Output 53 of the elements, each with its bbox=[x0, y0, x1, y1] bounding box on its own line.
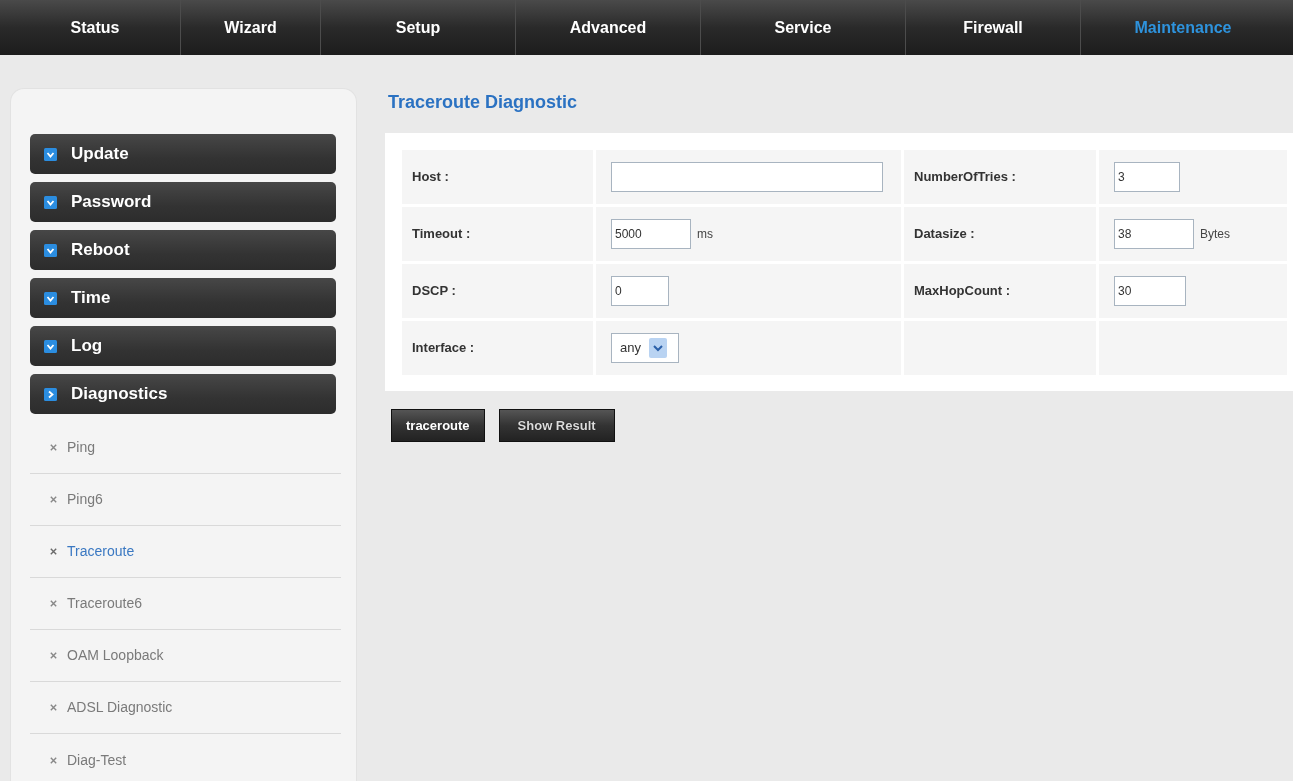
submenu-link[interactable]: ADSL Diagnostic bbox=[30, 682, 341, 734]
cross-icon bbox=[50, 704, 57, 711]
text-field[interactable]: 30 bbox=[1114, 276, 1186, 306]
nav-tab[interactable]: Firewall bbox=[905, 0, 1080, 55]
field-label: DSCP : bbox=[402, 264, 593, 318]
field-label: Host : bbox=[402, 150, 593, 204]
field-label: NumberOfTries : bbox=[904, 150, 1096, 204]
action-button[interactable]: Show Result bbox=[498, 409, 615, 442]
cross-icon bbox=[50, 652, 57, 659]
field-label: MaxHopCount : bbox=[904, 264, 1096, 318]
nav-tab[interactable]: Service bbox=[700, 0, 905, 55]
cross-icon bbox=[50, 548, 57, 555]
chevron-down-icon bbox=[44, 243, 57, 257]
text-field[interactable] bbox=[611, 162, 883, 192]
sidebar-menu-button[interactable]: Diagnostics bbox=[30, 374, 336, 414]
chevron-down-icon bbox=[44, 195, 57, 209]
submenu-link[interactable]: OAM Loopback bbox=[30, 630, 341, 682]
submenu-link[interactable]: Traceroute bbox=[30, 526, 341, 578]
chevron-down-icon bbox=[44, 291, 57, 305]
sidebar-menu-button[interactable]: Reboot bbox=[30, 230, 336, 270]
field-label: Interface : bbox=[402, 321, 593, 375]
nav-tab[interactable]: Wizard bbox=[180, 0, 320, 55]
text-field[interactable]: 5000 bbox=[611, 219, 691, 249]
chevron-right-icon bbox=[44, 387, 57, 401]
cross-icon bbox=[50, 600, 57, 607]
nav-tab[interactable]: Status bbox=[10, 0, 180, 55]
interface-dropdown[interactable]: any bbox=[611, 333, 679, 363]
action-button[interactable]: traceroute bbox=[391, 409, 485, 442]
text-field[interactable]: 3 bbox=[1114, 162, 1180, 192]
nav-tab[interactable]: Advanced bbox=[515, 0, 700, 55]
sidebar-menu-button[interactable]: Update bbox=[30, 134, 336, 174]
sidebar-menu-button[interactable]: Time bbox=[30, 278, 336, 318]
submenu-link[interactable]: Ping6 bbox=[30, 474, 341, 526]
cross-icon bbox=[50, 444, 57, 451]
nav-tab[interactable]: Setup bbox=[320, 0, 515, 55]
text-field[interactable]: 38 bbox=[1114, 219, 1194, 249]
submenu-link[interactable]: Traceroute6 bbox=[30, 578, 341, 630]
caret-icon bbox=[648, 338, 667, 358]
unit-label: ms bbox=[697, 227, 713, 241]
chevron-down-icon bbox=[44, 147, 57, 161]
cross-icon bbox=[50, 756, 57, 764]
submenu-link[interactable]: Ping bbox=[30, 422, 341, 474]
nav-tab[interactable]: Maintenance bbox=[1080, 0, 1285, 55]
text-field[interactable]: 0 bbox=[611, 276, 669, 306]
page-title: Traceroute Diagnostic bbox=[388, 92, 579, 113]
unit-label: Bytes bbox=[1200, 227, 1230, 241]
cross-icon bbox=[50, 496, 57, 503]
field-label: Timeout : bbox=[402, 207, 593, 261]
sidebar-menu-button[interactable]: Password bbox=[30, 182, 336, 222]
submenu-link[interactable]: Diag-Test bbox=[30, 734, 341, 781]
chevron-down-icon bbox=[44, 339, 57, 353]
sidebar-menu-button[interactable]: Log bbox=[30, 326, 336, 366]
field-label: Datasize : bbox=[904, 207, 1096, 261]
